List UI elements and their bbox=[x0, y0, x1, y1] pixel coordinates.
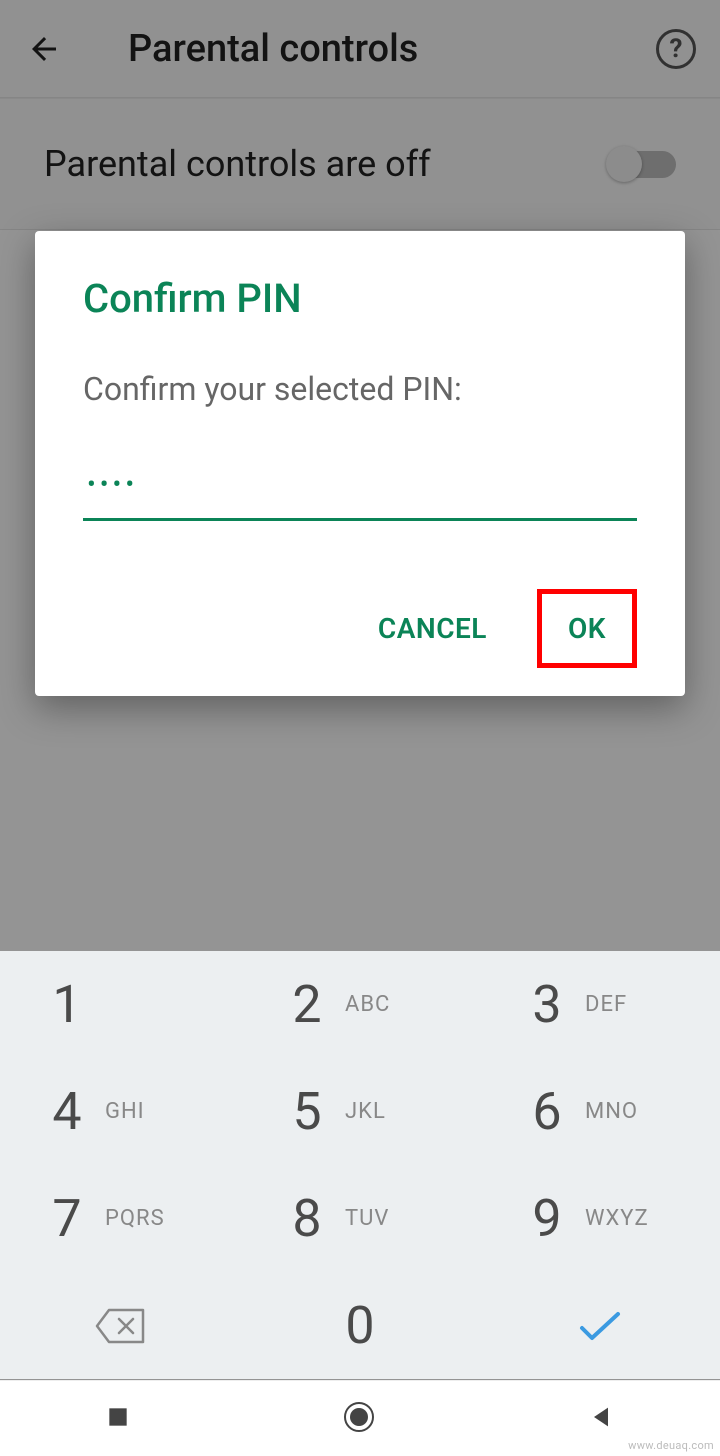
key-4[interactable]: 4GHI bbox=[0, 1058, 240, 1165]
home-button[interactable] bbox=[341, 1399, 377, 1439]
check-icon bbox=[576, 1308, 624, 1344]
back-button[interactable] bbox=[587, 1403, 615, 1435]
system-navbar bbox=[0, 1380, 720, 1456]
watermark: www.deuaq.com bbox=[628, 1439, 714, 1452]
dialog-title: Confirm PIN bbox=[83, 275, 637, 322]
pin-input[interactable] bbox=[83, 456, 637, 521]
key-3[interactable]: 3DEF bbox=[480, 951, 720, 1058]
dialog-subtitle: Confirm your selected PIN: bbox=[83, 370, 637, 408]
key-8[interactable]: 8TUV bbox=[240, 1165, 480, 1272]
key-5[interactable]: 5JKL bbox=[240, 1058, 480, 1165]
key-2[interactable]: 2ABC bbox=[240, 951, 480, 1058]
key-enter[interactable] bbox=[480, 1272, 720, 1379]
key-9[interactable]: 9WXYZ bbox=[480, 1165, 720, 1272]
dialog-actions: CANCEL OK bbox=[83, 589, 637, 668]
key-6[interactable]: 6MNO bbox=[480, 1058, 720, 1165]
numeric-keypad: 1 2ABC 3DEF 4GHI 5JKL 6MNO 7PQRS 8TUV 9W… bbox=[0, 951, 720, 1379]
cancel-button[interactable]: CANCEL bbox=[358, 594, 507, 663]
confirm-pin-dialog: Confirm PIN Confirm your selected PIN: C… bbox=[35, 231, 685, 696]
backspace-icon bbox=[95, 1308, 145, 1344]
ok-button[interactable]: OK bbox=[537, 589, 637, 668]
key-1[interactable]: 1 bbox=[0, 951, 240, 1058]
key-backspace[interactable] bbox=[0, 1272, 240, 1379]
overview-button[interactable] bbox=[105, 1404, 131, 1434]
key-7[interactable]: 7PQRS bbox=[0, 1165, 240, 1272]
key-0[interactable]: 0 bbox=[240, 1272, 480, 1379]
